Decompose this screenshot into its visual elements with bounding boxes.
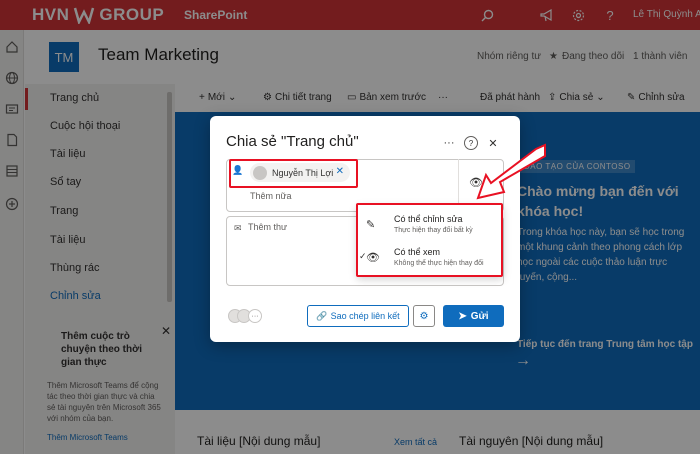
link-settings-button[interactable]: ⚙	[413, 305, 435, 327]
access-avatars[interactable]: ···	[228, 309, 262, 323]
message-placeholder: Thêm thư	[248, 222, 288, 232]
message-icon: ✉	[234, 223, 242, 233]
dialog-title: Chia sẻ "Trang chủ"	[226, 133, 359, 150]
link-icon: 🔗	[316, 310, 328, 321]
send-label: Gửi	[470, 310, 489, 322]
recipient-highlight-box	[229, 159, 358, 188]
copy-link-button[interactable]: 🔗 Sao chép liên kết	[307, 305, 409, 327]
send-icon: ➤	[458, 310, 467, 322]
send-button[interactable]: ➤ Gửi	[443, 305, 504, 327]
add-more-input[interactable]: Thêm nữa	[250, 191, 292, 201]
copy-link-label: Sao chép liên kết	[330, 311, 400, 321]
annotation-arrow-icon	[476, 143, 546, 200]
more-options-icon[interactable]: ···	[442, 136, 456, 150]
more-avatars-icon: ···	[248, 309, 262, 323]
gear-icon: ⚙	[419, 310, 429, 322]
permission-highlight-box	[356, 203, 503, 277]
